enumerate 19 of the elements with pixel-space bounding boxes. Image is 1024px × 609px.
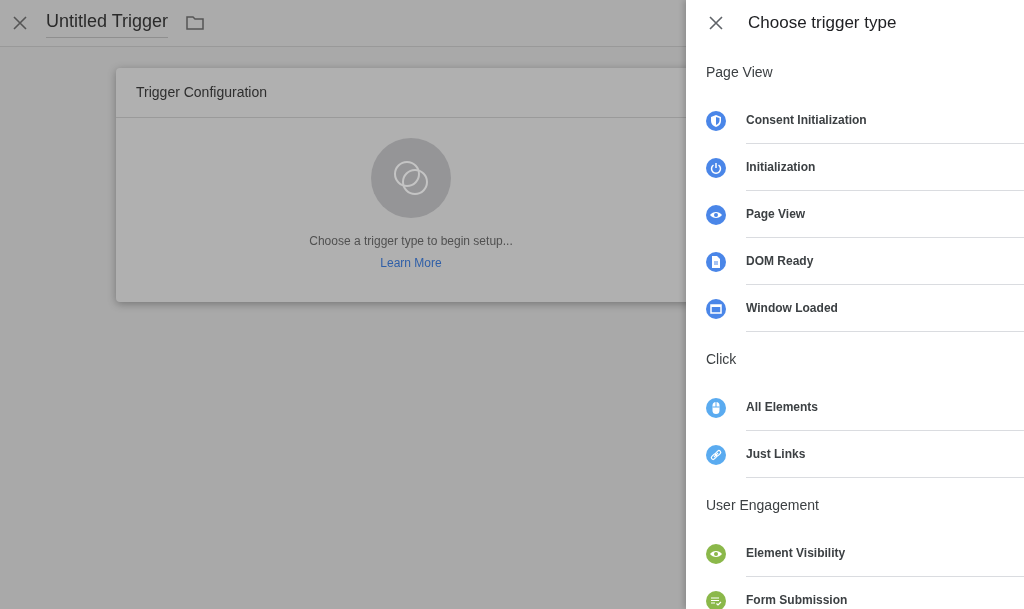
trigger-type-item[interactable]: Page View	[746, 191, 1024, 238]
trigger-type-item[interactable]: Just Links	[746, 431, 1024, 478]
trigger-type-item[interactable]: Consent Initialization	[746, 97, 1024, 144]
section-heading: User Engagement	[705, 496, 820, 515]
trigger-placeholder-icon[interactable]	[371, 138, 451, 218]
trigger-type-item[interactable]: Form Submission	[746, 577, 1024, 609]
setup-hint-text: Choose a trigger type to begin setup...	[309, 233, 513, 250]
section-heading: Page View	[705, 63, 774, 82]
trigger-name-field[interactable]: Untitled Trigger	[46, 8, 169, 38]
trigger-type-item[interactable]: Initialization	[746, 144, 1024, 191]
trigger-type-item[interactable]: Element Visibility	[746, 530, 1024, 577]
section-heading: Click	[705, 350, 738, 369]
close-button[interactable]	[12, 15, 28, 31]
folder-icon[interactable]	[186, 16, 205, 30]
close-button[interactable]	[708, 14, 724, 31]
trigger-type-item[interactable]: All Elements	[746, 384, 1024, 431]
panel-title: Choose trigger type	[748, 11, 897, 34]
trigger-type-item[interactable]: DOM Ready	[746, 238, 1024, 285]
trigger-type-item[interactable]: Window Loaded	[746, 285, 1024, 332]
